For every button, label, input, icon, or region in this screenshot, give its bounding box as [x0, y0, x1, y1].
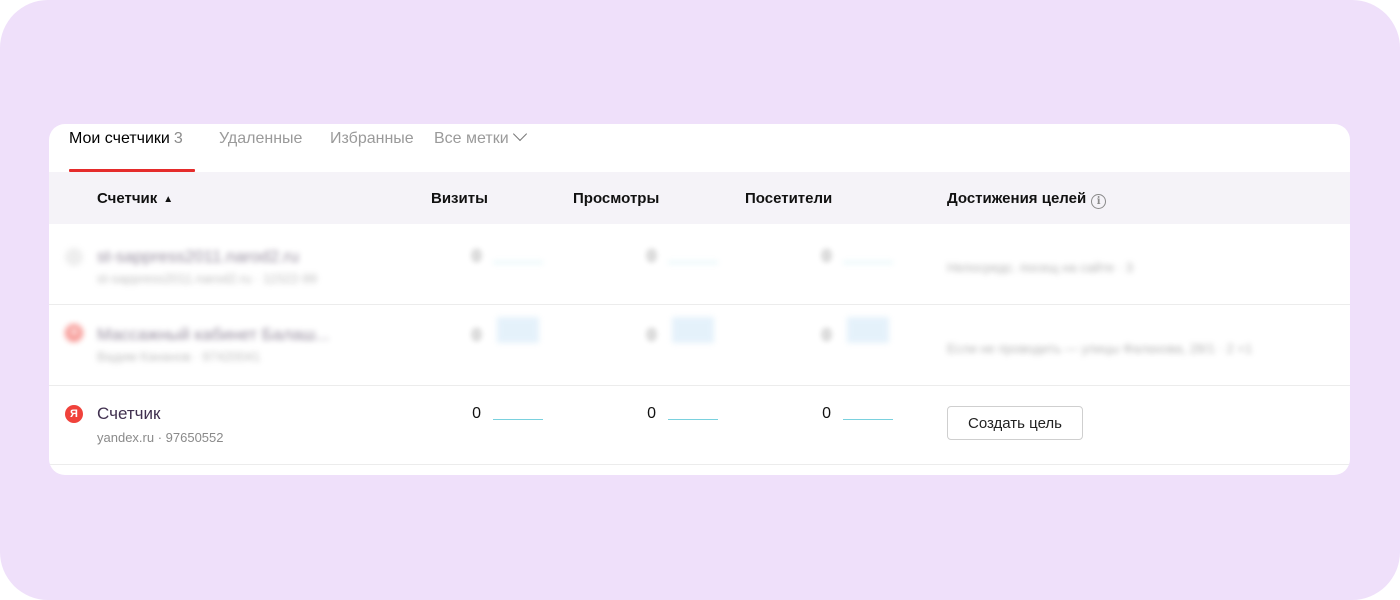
tab-deleted[interactable]: Удаленные	[219, 130, 302, 148]
column-header-views[interactable]: Просмотры	[573, 190, 659, 207]
goals-summary: Если не проводить — улицы Фалахова, 28/1…	[947, 341, 1253, 356]
visits-value: 0	[472, 405, 481, 422]
views-value: 0	[647, 405, 656, 422]
tab-count-badge: 3	[173, 130, 183, 147]
visits-sparkline	[493, 419, 543, 420]
table-header: Счетчик ▲ Визиты Просмотры Посетители Дос…	[49, 172, 1350, 224]
page-background: Мои счетчики 3 Удаленные Избранные Все ме…	[0, 0, 1400, 600]
views-sparkline	[672, 317, 714, 343]
counter-name[interactable]: st-sappress2011.narod2.ru	[97, 247, 299, 267]
visits-sparkline	[497, 317, 539, 343]
counter-status-icon	[65, 248, 83, 266]
column-label: Достижения целей	[947, 190, 1087, 207]
column-label: Счетчик	[97, 190, 158, 207]
counter-site-id: yandex.ru · 97650552	[97, 430, 224, 445]
views-value: 0	[647, 327, 656, 344]
visitors-sparkline	[843, 419, 893, 420]
counters-panel: Мои счетчики 3 Удаленные Избранные Все ме…	[49, 124, 1350, 475]
table-row[interactable]: Я Массажный кабинет Балаш... Вадим Канан…	[49, 305, 1350, 386]
tab-my-counters[interactable]: Мои счетчики 3	[69, 130, 183, 148]
column-header-visitors[interactable]: Посетители	[745, 190, 832, 207]
tab-all-tags-dropdown[interactable]: Все метки	[434, 126, 527, 148]
table-row[interactable]: st-sappress2011.narod2.ru st-sappress201…	[49, 224, 1350, 305]
counter-name[interactable]: Массажный кабинет Балаш...	[97, 325, 330, 345]
visitors-sparkline	[843, 262, 893, 263]
goals-summary: Непосредс. посещ на сайте · 3	[947, 260, 1134, 275]
counter-site-id: st-sappress2011.narod2.ru · 11522-99	[97, 271, 317, 286]
visits-value: 0	[472, 327, 481, 344]
visits-sparkline	[493, 262, 543, 263]
tab-label: Удаленные	[219, 130, 303, 147]
table-row[interactable]: Я Счетчик yandex.ru · 97650552 0 0 0 Соз…	[49, 386, 1350, 465]
views-sparkline	[668, 262, 718, 263]
visitors-value: 0	[822, 248, 831, 265]
counter-name[interactable]: Счетчик	[97, 404, 160, 424]
visitors-sparkline	[847, 317, 889, 343]
info-icon[interactable]: i	[1091, 194, 1107, 209]
views-value: 0	[647, 248, 656, 265]
tab-label: Избранные	[330, 130, 414, 147]
visitors-value: 0	[822, 327, 831, 344]
sort-ascending-icon: ▲	[163, 194, 174, 205]
yandex-icon: Я	[65, 324, 83, 342]
counter-site-id: Вадим Кананов · 97420041	[97, 349, 261, 364]
visitors-value: 0	[822, 405, 831, 422]
views-sparkline	[668, 419, 718, 420]
create-goal-button[interactable]: Создать цель	[947, 406, 1083, 440]
yandex-icon: Я	[65, 405, 83, 423]
tab-label: Мои счетчики	[69, 130, 170, 147]
column-header-counter[interactable]: Счетчик ▲	[97, 190, 173, 207]
column-header-visits[interactable]: Визиты	[431, 190, 488, 207]
chevron-down-icon	[512, 126, 527, 142]
column-header-goals[interactable]: Достижения целей i	[947, 190, 1107, 209]
visits-value: 0	[472, 248, 481, 265]
tab-favorites[interactable]: Избранные	[330, 130, 414, 148]
tabs-bar: Мои счетчики 3 Удаленные Избранные Все ме…	[49, 124, 1350, 172]
tab-label: Все метки	[434, 130, 509, 147]
